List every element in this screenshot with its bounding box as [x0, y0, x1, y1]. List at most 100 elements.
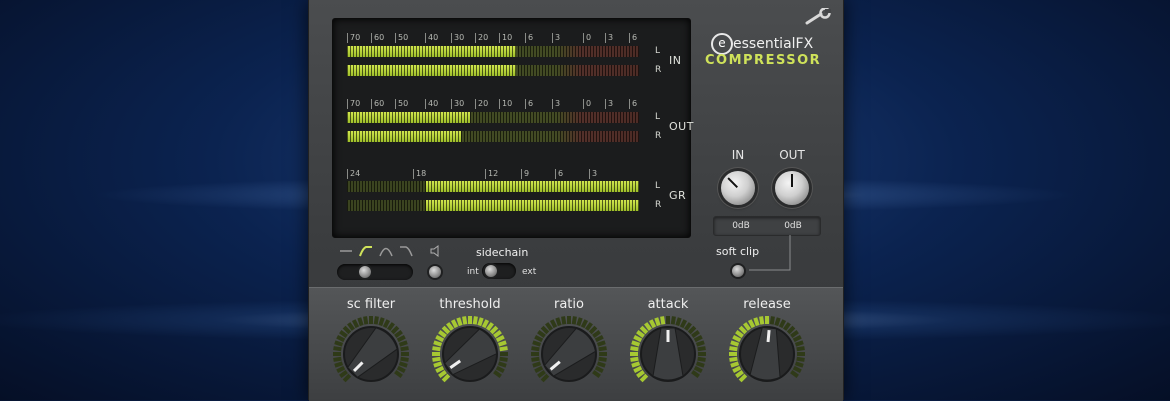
knob-ring-segment: [644, 322, 652, 331]
knob-ring-segment: [398, 361, 408, 368]
knob-ring-segment: [493, 330, 502, 338]
out-left-label: L: [655, 112, 661, 122]
knob-ring-segment: [561, 316, 567, 325]
soft-clip-toggle[interactable]: [732, 265, 744, 277]
knob-ring-segment: [695, 340, 705, 347]
scale-tick-label: 50: [395, 99, 408, 109]
sc-filter-knob[interactable]: [331, 314, 411, 394]
input-gain-knob[interactable]: [721, 171, 755, 205]
knob-ring-segment: [339, 330, 348, 338]
knob-ring-segment: [531, 346, 540, 352]
bandpass-filter-icon[interactable]: [379, 245, 393, 257]
scale-tick-label: 3: [605, 33, 613, 43]
knob-ring-segment: [730, 361, 740, 368]
knob-ring-segment: [342, 325, 352, 335]
knob-ring-segment: [697, 346, 706, 352]
scale-tick-label: 20: [475, 33, 488, 43]
knob-ring-segment: [441, 373, 451, 383]
product-name: COMPRESSOR: [705, 53, 822, 68]
ratio-knob[interactable]: [529, 314, 609, 394]
gr-left-label: L: [655, 181, 661, 191]
knob-ring-segment: [631, 361, 641, 368]
knob-ring-segment: [537, 370, 546, 378]
knob-ring-segment: [633, 334, 643, 343]
knob-ring-segment: [450, 319, 459, 329]
knob-ring-segment: [390, 325, 400, 335]
release-knob[interactable]: [727, 314, 807, 394]
knob-ring-segment: [339, 370, 348, 378]
knob-ring-segment: [783, 322, 791, 331]
knob-ring-segment: [679, 319, 688, 329]
knob-ring-segment: [630, 346, 639, 352]
knob-ring-segment: [636, 330, 645, 338]
speaker-icon: [430, 245, 439, 257]
knob-ring-segment: [534, 334, 544, 343]
knob-ring-segment: [735, 330, 744, 338]
knob-ring-segment: [796, 356, 805, 362]
threshold-knob[interactable]: [430, 314, 510, 394]
knob-ring-segment: [747, 319, 756, 329]
sidechain-switch-handle[interactable]: [485, 265, 497, 277]
knob-ring-segment: [691, 330, 700, 338]
knob-ring-segment: [735, 370, 744, 378]
in-left-label: L: [655, 46, 661, 56]
sc-filter-type-handle[interactable]: [359, 266, 371, 278]
scale-tick-label: 6: [525, 99, 533, 109]
knob-ring-segment: [792, 365, 802, 374]
sidechain-ext-label: ext: [522, 267, 537, 277]
sc-filter-type-slider[interactable]: [337, 264, 413, 280]
out-meter-left: [347, 112, 639, 123]
output-gain-knob[interactable]: [775, 171, 809, 205]
gr-meter-right: [347, 200, 639, 211]
knob-ring-segment: [630, 356, 639, 362]
knob-ring-segment: [670, 316, 676, 325]
in-meter-label: IN: [669, 54, 682, 67]
scale-tick-label: 40: [425, 33, 438, 43]
scale-tick-label: 40: [425, 99, 438, 109]
attack-knob[interactable]: [628, 314, 708, 394]
gr-meter-label: GR: [669, 189, 687, 202]
knob-ring-segment: [631, 340, 641, 347]
knob-ring-segment: [594, 334, 604, 343]
lowpass-filter-icon[interactable]: [399, 245, 413, 257]
knob-ring-segment: [555, 317, 562, 327]
scale-tick-label: 6: [525, 33, 533, 43]
knob-ring-segment: [378, 317, 385, 327]
brand-name: essentialFX: [733, 36, 814, 52]
out-meter-right: [347, 131, 639, 142]
highpass-filter-icon[interactable]: [359, 245, 373, 257]
flat-filter-icon[interactable]: [339, 245, 353, 257]
knob-ring-segment: [571, 316, 577, 325]
gain-readout: 0dB 0dB: [713, 216, 821, 236]
knob-ring-segment: [598, 346, 607, 352]
brand-logo-mark: e: [711, 33, 733, 55]
scale-tick-label: 3: [552, 33, 560, 43]
knob-ring-segment: [472, 316, 478, 325]
scale-tick-label: 30: [451, 99, 464, 109]
knob-ring-segment: [495, 334, 505, 343]
output-gain-value: 0dB: [784, 221, 802, 231]
knob-ring-segment: [684, 322, 692, 331]
input-gain-label: IN: [731, 148, 745, 162]
scale-tick-label: 60: [371, 99, 384, 109]
scale-tick-label: 50: [395, 33, 408, 43]
scale-tick-label: 6: [629, 33, 637, 43]
knob-ring-segment: [499, 346, 508, 352]
knob-ring-segment: [534, 365, 544, 374]
knob-ring-segment: [333, 346, 342, 352]
in-right-label: R: [655, 65, 662, 75]
sc-listen-toggle[interactable]: [429, 266, 441, 278]
out-right-label: R: [655, 131, 662, 141]
knob-ring-segment: [481, 319, 490, 329]
knob-ring-segment: [394, 330, 403, 338]
knob-ring-segment: [336, 365, 346, 374]
knob-ring-segment: [387, 322, 395, 331]
wrench-icon[interactable]: [805, 8, 833, 26]
knob-ring-segment: [592, 370, 601, 378]
knob-ring-segment: [730, 340, 740, 347]
knob-ring-segment: [532, 361, 542, 368]
scale-tick-label: 24: [347, 169, 360, 179]
knob-ring-segment: [693, 334, 703, 343]
knob-ring-segment: [497, 361, 507, 368]
knob-ring-segment: [693, 365, 703, 374]
